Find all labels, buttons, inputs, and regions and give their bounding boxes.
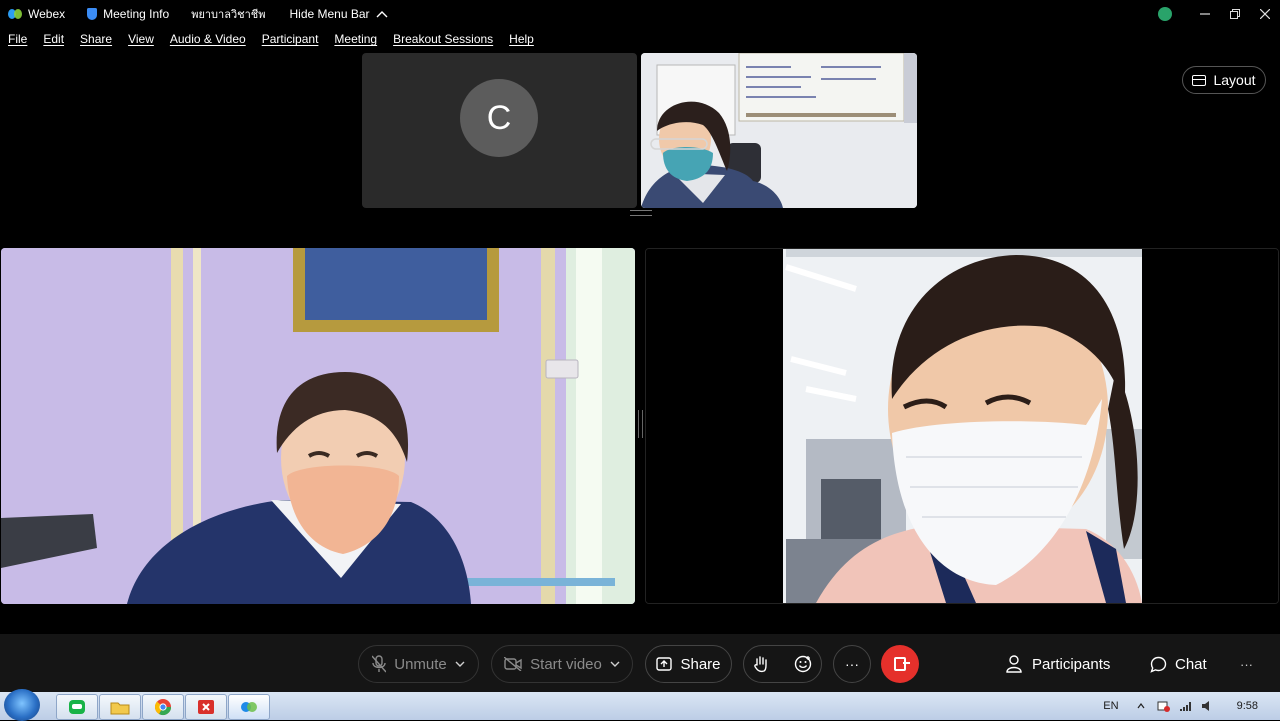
chevron-down-icon [455,661,465,667]
more-options-button[interactable]: ··· [833,645,871,683]
reactions-group [743,645,822,683]
shield-icon [87,8,98,20]
filmstrip-resize-handle[interactable] [630,210,652,216]
hide-menu-bar-button[interactable]: Hide Menu Bar [290,7,388,21]
app-title[interactable]: Webex [8,7,65,21]
participant-video-tile-left[interactable] [1,248,635,604]
signal-icon[interactable] [1179,700,1193,712]
share-label: Share [680,655,721,673]
start-video-button[interactable]: Start video [491,645,633,683]
chrome-icon [154,699,172,716]
menu-participant[interactable]: Participant [262,32,319,50]
meeting-info-label: Meeting Info [103,7,170,21]
chat-label: Chat [1175,655,1207,673]
participant-video-image [1,248,635,604]
start-video-label: Start video [530,655,602,673]
participants-label: Participants [1032,655,1111,673]
show-hidden-icons-icon[interactable] [1137,703,1145,709]
language-indicator[interactable]: EN [1103,700,1118,712]
menu-audio-video[interactable]: Audio & Video [170,32,246,50]
hide-menu-bar-label: Hide Menu Bar [289,7,370,21]
start-button[interactable] [4,689,40,721]
panel-overflow-button[interactable]: ··· [1240,645,1253,683]
taskbar-webex[interactable] [228,694,270,720]
line-chat-icon [69,700,85,714]
chat-icon [1150,656,1167,673]
participant-tile-avatar[interactable]: C [362,53,637,208]
layout-button[interactable]: Layout [1182,66,1266,94]
minimize-icon [1200,13,1210,15]
menu-share[interactable]: Share [80,32,112,50]
meeting-title: พยาบาลวิชาชีพ [191,9,266,21]
clock[interactable]: 9:58 [1237,700,1258,712]
meeting-controls-bar: Unmute Start video Share ··· Participant… [0,634,1280,694]
participant-video-image [641,53,917,208]
volume-icon[interactable] [1201,700,1213,712]
close-icon [1260,9,1270,19]
menu-view[interactable]: View [128,32,154,50]
share-button[interactable]: Share [645,645,732,683]
chat-button[interactable]: Chat [1150,645,1207,683]
participants-button[interactable]: Participants [1006,645,1110,683]
unmute-button[interactable]: Unmute [358,645,479,683]
folder-icon [110,702,130,715]
menu-file[interactable]: File [8,32,27,50]
taskbar-explorer[interactable] [99,694,141,720]
participants-icon [1006,655,1022,673]
layout-icon [1192,74,1207,86]
taskbar-line-app[interactable] [56,694,98,720]
more-options-label: ··· [845,656,859,672]
share-screen-icon [656,657,673,671]
title-bar: Webex Meeting Info พยาบาลวิชาชีพ Hide Me… [0,0,1280,28]
chevron-up-icon [376,11,388,18]
participant-video-tile-small[interactable] [641,53,917,208]
os-taskbar: EN 9:58 [0,689,1280,721]
minimize-button[interactable] [1190,0,1220,28]
webex-logo-icon [8,9,22,19]
menu-breakout-sessions[interactable]: Breakout Sessions [393,32,493,50]
avatar: C [460,79,538,157]
restore-icon [1230,9,1240,19]
avatar-initial: C [486,98,512,137]
camera-off-icon [504,657,522,671]
menu-bar: File Edit Share View Audio & Video Parti… [0,32,542,50]
menu-help[interactable]: Help [509,32,534,50]
taskbar-red-app[interactable] [185,694,227,720]
app-name: Webex [28,7,66,21]
tile-splitter-handle[interactable] [638,410,643,438]
network-warning-icon[interactable] [1157,700,1171,712]
restore-button[interactable] [1220,0,1250,28]
connection-status-icon[interactable] [1158,7,1172,21]
microphone-muted-icon [372,655,387,673]
meeting-info-button[interactable]: Meeting Info [87,7,169,21]
unmute-label: Unmute [394,655,447,673]
menu-meeting[interactable]: Meeting [334,32,377,50]
leave-icon [894,657,910,671]
close-button[interactable] [1250,0,1280,28]
taskbar-chrome[interactable] [142,694,184,720]
reaction-emoji-icon[interactable] [794,655,812,673]
leave-meeting-button[interactable] [881,645,919,683]
layout-label: Layout [1213,72,1256,88]
participant-video-tile-right[interactable] [645,248,1279,604]
chevron-down-icon [610,661,620,667]
app-icon [198,700,214,714]
panel-overflow-label: ··· [1240,656,1253,672]
raise-hand-icon[interactable] [753,655,769,673]
participant-video-image [646,249,1278,603]
system-tray: EN 9:58 [1103,692,1280,720]
webex-icon [241,702,257,712]
menu-edit[interactable]: Edit [43,32,64,50]
